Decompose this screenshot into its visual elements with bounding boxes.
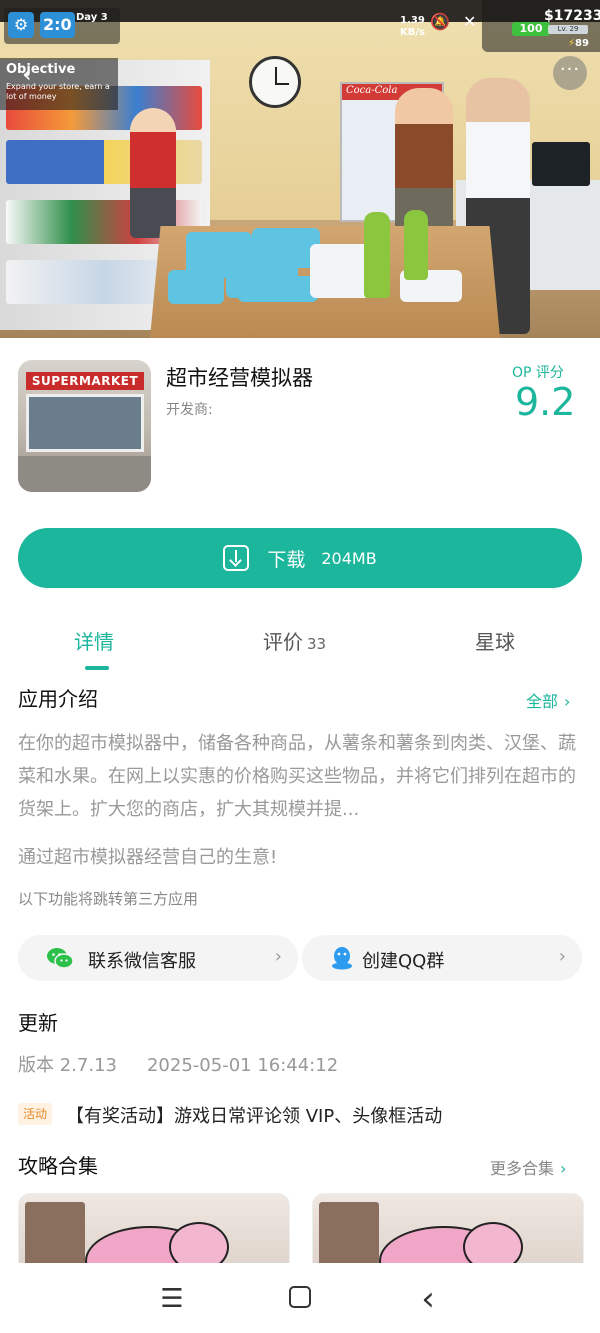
download-icon bbox=[223, 545, 250, 571]
money-value: $17233 bbox=[544, 8, 600, 24]
tab-planet[interactable]: 星球 bbox=[475, 626, 515, 655]
chevron-right-icon: › bbox=[560, 1159, 567, 1178]
guides-more-label: 更多合集 bbox=[490, 1159, 555, 1178]
intro-more-label: 全部 bbox=[526, 692, 559, 711]
mute-icon: 🔕 bbox=[430, 12, 450, 31]
active-tab-indicator bbox=[85, 666, 109, 670]
score-label: OP 评分 bbox=[512, 365, 564, 381]
milk-carton bbox=[310, 244, 370, 298]
qq-group-label: 创建QQ群 bbox=[362, 951, 445, 972]
app-icon: SUPERMARKET bbox=[18, 360, 151, 492]
game-day: Day 3 bbox=[76, 12, 108, 23]
net-speed-unit: KB/s bbox=[400, 27, 425, 38]
tab-details[interactable]: 详情 bbox=[74, 626, 114, 655]
guide-card[interactable] bbox=[312, 1193, 584, 1273]
close-icon: ✕ bbox=[463, 12, 477, 31]
create-qq-group-button[interactable]: 创建QQ群 › bbox=[302, 935, 582, 981]
menu-icon[interactable]: ☰ bbox=[154, 1281, 190, 1317]
tab-reviews[interactable]: 评价 33 bbox=[263, 626, 326, 655]
wall-clock bbox=[249, 56, 301, 108]
fridge-brand: Coca-Cola bbox=[346, 85, 398, 96]
score-value: 9.2 bbox=[515, 380, 576, 424]
product-box bbox=[168, 270, 224, 304]
wechat-service-label: 联系微信客服 bbox=[88, 951, 196, 972]
review-count: 33 bbox=[307, 635, 327, 653]
battery-indicator: 100 bbox=[512, 22, 550, 36]
app-title: 超市经营模拟器 bbox=[166, 366, 313, 390]
app-icon-sign: SUPERMARKET bbox=[26, 372, 144, 390]
download-size: 204MB bbox=[321, 548, 377, 568]
tab-label: 评价 bbox=[263, 630, 303, 654]
update-title: 更新 bbox=[18, 1011, 58, 1035]
tab-label: 详情 bbox=[74, 630, 114, 654]
download-button[interactable]: 下载 204MB bbox=[18, 528, 582, 588]
customer-figure bbox=[130, 108, 176, 238]
activity-link[interactable]: 【有奖活动】游戏日常评论领 VIP、头像框活动 bbox=[66, 1102, 442, 1128]
level-bar: Lv. 29 bbox=[548, 25, 588, 34]
wechat-icon bbox=[47, 948, 74, 969]
gear-icon[interactable]: ⚙ bbox=[8, 12, 34, 38]
guides-title: 攻略合集 bbox=[18, 1154, 98, 1178]
intro-description: 在你的超市模拟器中，储备各种商品，从薯条和薯条到肉类、汉堡、蔬菜和水果。在网上以… bbox=[18, 733, 576, 820]
intro-tagline: 通过超市模拟器经营自己的生意! bbox=[18, 847, 278, 868]
lightning-icon: ⚡ bbox=[568, 38, 576, 49]
energy-value: ⚡89 bbox=[568, 38, 589, 49]
third-party-note: 以下功能将跳转第三方应用 bbox=[18, 890, 199, 908]
version-number: 版本 2.7.13 bbox=[18, 1055, 117, 1076]
update-timestamp: 2025-05-01 16:44:12 bbox=[146, 1055, 339, 1076]
intro-title: 应用介绍 bbox=[18, 687, 98, 711]
qq-icon bbox=[332, 947, 352, 970]
soda-bottle bbox=[404, 210, 428, 280]
cash-register bbox=[532, 142, 590, 186]
game-screenshot[interactable]: Coca-Cola ⚙ 2:0 Day 3 Objective Expand y… bbox=[0, 0, 600, 338]
net-speed: 1.39 KB/s bbox=[400, 15, 425, 39]
street bbox=[18, 456, 151, 492]
back-icon[interactable]: ‹ bbox=[410, 1281, 446, 1317]
soda-bottle bbox=[364, 212, 390, 298]
wechat-service-button[interactable]: 联系微信客服 › bbox=[18, 935, 298, 981]
home-icon[interactable] bbox=[289, 1286, 311, 1308]
status-icons: 🔕 ✕ bbox=[430, 12, 476, 31]
game-clock: 2:0 bbox=[40, 12, 75, 38]
version-info: 版本 2.7.13 2025-05-01 16:44:12 bbox=[18, 1051, 338, 1077]
objective-panel[interactable]: Objective Expand your store, earn a lot … bbox=[0, 58, 118, 110]
guides-more-link[interactable]: 更多合集 › bbox=[490, 1155, 566, 1179]
chevron-right-icon: › bbox=[564, 692, 571, 711]
tab-label: 星球 bbox=[475, 630, 515, 654]
storefront bbox=[26, 394, 144, 452]
product-box bbox=[238, 276, 318, 302]
intro-more-link[interactable]: 全部 › bbox=[526, 688, 570, 712]
back-arrow-icon[interactable]: ‹ bbox=[22, 60, 50, 88]
guide-card[interactable] bbox=[18, 1193, 290, 1273]
more-options-button[interactable]: ··· bbox=[553, 56, 587, 90]
energy-number: 89 bbox=[575, 38, 589, 49]
download-label: 下载 bbox=[267, 548, 306, 571]
activity-badge: 活动 bbox=[18, 1103, 53, 1125]
chevron-right-icon: › bbox=[274, 946, 282, 967]
chevron-right-icon: › bbox=[558, 946, 566, 967]
net-speed-value: 1.39 bbox=[400, 15, 425, 26]
system-nav-bar: ☰ ‹ bbox=[0, 1263, 600, 1333]
developer-label: 开发商: bbox=[166, 402, 213, 418]
